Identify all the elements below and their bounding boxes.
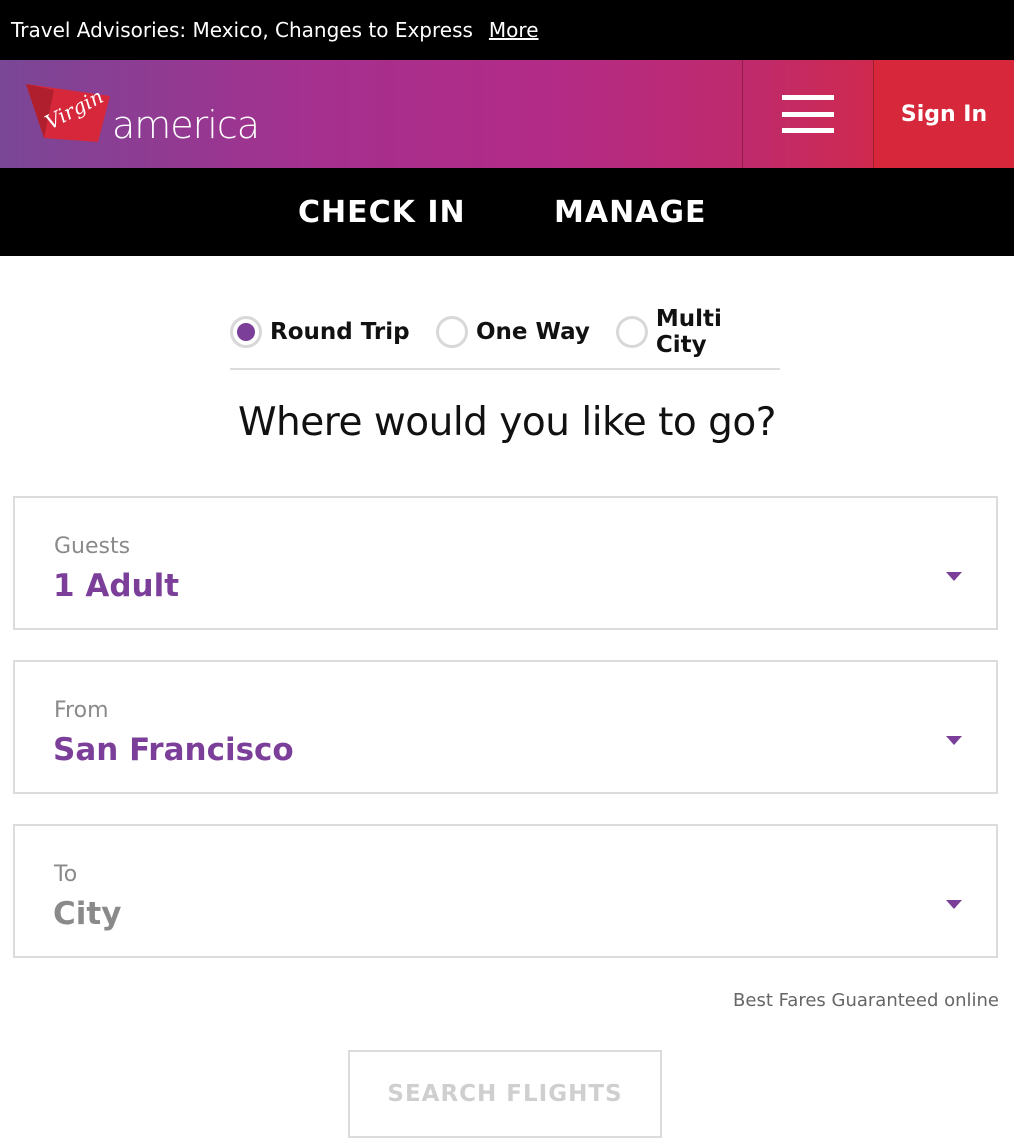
to-label: To — [54, 862, 78, 887]
site-header: Virgin america Sign In — [0, 60, 1014, 168]
sign-in-button[interactable]: Sign In — [873, 60, 1014, 168]
hamburger-menu-button[interactable] — [742, 60, 873, 168]
best-fares-note: Best Fares Guaranteed online — [733, 990, 999, 1011]
trip-type-selector: Round Trip One Way Multi City — [230, 306, 780, 358]
radio-multi-city[interactable]: Multi City — [616, 306, 780, 358]
radio-one-way-label: One Way — [476, 319, 590, 345]
search-flights-button[interactable]: SEARCH FLIGHTS — [348, 1050, 662, 1138]
from-select[interactable]: From San Francisco — [13, 660, 1003, 801]
advisory-text: Travel Advisories: Mexico, Changes to Ex… — [11, 18, 473, 42]
to-select[interactable]: To City — [13, 824, 1003, 965]
radio-unselected-icon — [436, 316, 468, 348]
chevron-down-icon — [946, 900, 962, 909]
hamburger-menu-icon — [782, 95, 834, 133]
from-value: San Francisco — [53, 732, 294, 768]
to-placeholder: City — [53, 896, 122, 932]
logo-wordmark: america — [112, 103, 260, 147]
virgin-logo-icon: Virgin — [26, 84, 110, 142]
chevron-down-icon — [946, 572, 962, 581]
radio-round-trip[interactable]: Round Trip — [230, 312, 410, 352]
nav-manage[interactable]: MANAGE — [554, 168, 707, 256]
virgin-america-logo[interactable]: Virgin america — [24, 82, 264, 146]
advisory-more-link[interactable]: More — [489, 18, 539, 42]
travel-advisory-bar: Travel Advisories: Mexico, Changes to Ex… — [0, 0, 1014, 60]
main-nav: CHECK IN MANAGE — [0, 168, 1014, 256]
guests-value: 1 Adult — [53, 568, 180, 604]
chevron-down-icon — [946, 736, 962, 745]
radio-selected-icon — [230, 316, 262, 348]
radio-one-way[interactable]: One Way — [436, 312, 590, 352]
trip-type-divider — [230, 368, 780, 370]
nav-check-in[interactable]: CHECK IN — [298, 168, 466, 256]
from-label: From — [54, 698, 109, 723]
guests-label: Guests — [54, 534, 131, 559]
radio-unselected-icon — [616, 316, 648, 348]
guests-select[interactable]: Guests 1 Adult — [13, 496, 1003, 637]
page-headline: Where would you like to go? — [238, 400, 776, 445]
radio-multi-city-label: Multi City — [655, 306, 722, 358]
radio-round-trip-label: Round Trip — [270, 319, 410, 345]
